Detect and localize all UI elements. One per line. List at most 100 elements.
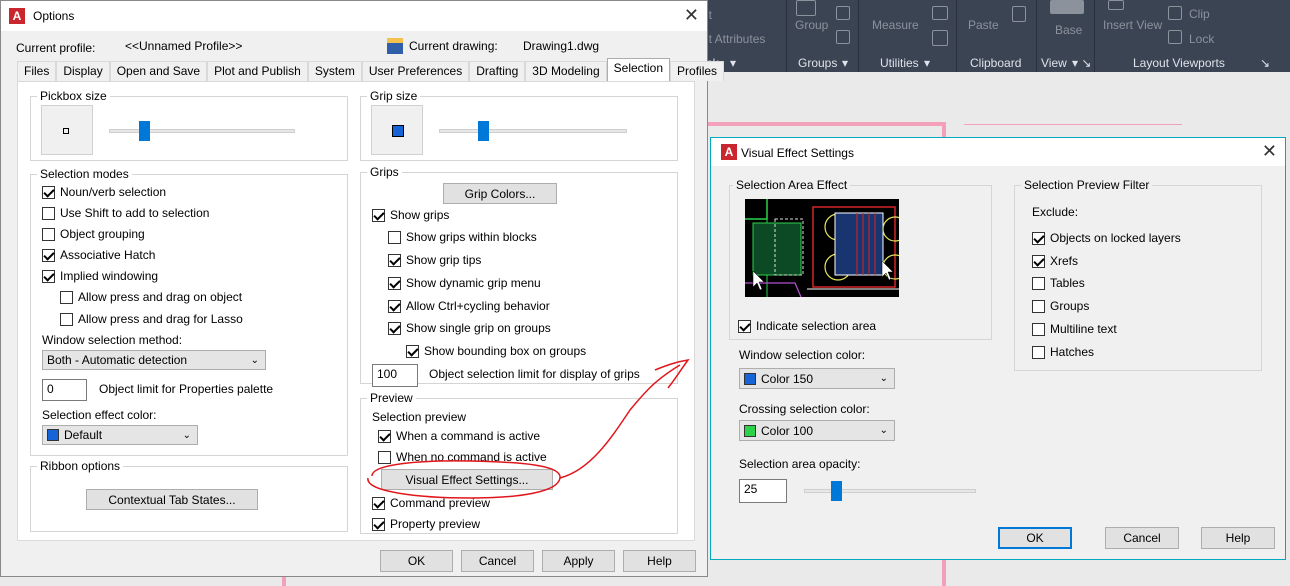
tab-system[interactable]: System — [307, 61, 362, 81]
checkbox[interactable] — [42, 248, 55, 262]
command-active-checkbox[interactable]: When a command is active — [378, 429, 540, 443]
chevron-down-icon[interactable]: ▾ ↘ — [1072, 56, 1091, 70]
effect-color-select[interactable]: Default ⌄ — [42, 425, 198, 445]
checkbox[interactable] — [388, 276, 401, 290]
single-grip-groups-checkbox[interactable]: Show single grip on groups — [388, 321, 551, 335]
ribbon-item-paste[interactable]: Paste — [968, 18, 999, 32]
tab-display[interactable]: Display — [56, 61, 110, 81]
object-limit-input[interactable]: 0 — [42, 379, 87, 401]
grip-tips-checkbox[interactable]: Show grip tips — [388, 253, 481, 267]
implied-windowing-checkbox[interactable]: Implied windowing — [42, 269, 158, 283]
checkbox[interactable] — [388, 321, 401, 335]
checkbox[interactable] — [378, 429, 391, 443]
help-button[interactable]: Help — [623, 550, 696, 572]
ok-button[interactable]: OK — [380, 550, 453, 572]
visual-effect-settings-button[interactable]: Visual Effect Settings... — [381, 469, 553, 490]
ribbon-item-insert-view[interactable]: Insert View — [1103, 18, 1162, 32]
ribbon-item-measure[interactable]: Measure — [872, 18, 919, 32]
locked-layers-checkbox[interactable]: Objects on locked layers — [1032, 231, 1181, 245]
visual-cancel-button[interactable]: Cancel — [1105, 527, 1179, 549]
window-color-select[interactable]: Color 150 ⌄ — [739, 368, 895, 389]
checkbox[interactable] — [60, 312, 73, 326]
pickbox-slider-track[interactable] — [109, 129, 295, 133]
press-drag-lasso-checkbox[interactable]: Allow press and drag for Lasso — [60, 312, 243, 326]
chevron-down-icon[interactable]: ▾ — [730, 56, 736, 70]
command-preview-checkbox[interactable]: Command preview — [372, 496, 490, 510]
checkbox[interactable] — [1032, 345, 1045, 359]
ribbon-panel-layout-viewports[interactable]: Layout Viewports — [1133, 56, 1225, 70]
checkbox[interactable] — [388, 299, 401, 313]
opacity-slider-thumb[interactable] — [830, 481, 842, 501]
groups-checkbox[interactable]: Groups — [1032, 299, 1089, 313]
tables-checkbox[interactable]: Tables — [1032, 276, 1085, 290]
checkbox[interactable] — [1032, 276, 1045, 290]
opacity-input[interactable]: 25 — [739, 479, 787, 503]
opacity-slider-track[interactable] — [804, 489, 976, 493]
associative-hatch-checkbox[interactable]: Associative Hatch — [42, 248, 155, 262]
show-grips-checkbox[interactable]: Show grips — [372, 208, 449, 222]
ribbon-item-base[interactable]: Base — [1055, 23, 1082, 37]
checkbox[interactable] — [42, 185, 55, 199]
grip-slider-thumb[interactable] — [477, 121, 489, 141]
grip-limit-input[interactable]: 100 — [372, 364, 418, 387]
checkbox[interactable] — [1032, 254, 1045, 268]
grip-slider-track[interactable] — [439, 129, 627, 133]
chevron-down-icon[interactable]: ▾ — [924, 56, 930, 70]
tab-selection[interactable]: Selection — [606, 58, 671, 81]
contextual-tab-states-button[interactable]: Contextual Tab States... — [86, 489, 258, 510]
checkbox[interactable] — [388, 230, 401, 244]
noun-verb-checkbox[interactable]: Noun/verb selection — [42, 185, 166, 199]
dynamic-grip-menu-checkbox[interactable]: Show dynamic grip menu — [388, 276, 541, 290]
checkbox[interactable] — [372, 208, 385, 222]
checkbox[interactable] — [42, 206, 55, 220]
insert-view-icon[interactable] — [1108, 0, 1124, 10]
grip-colors-button[interactable]: Grip Colors... — [443, 183, 557, 204]
shift-add-checkbox[interactable]: Use Shift to add to selection — [42, 206, 209, 220]
ribbon-panel-clipboard[interactable]: Clipboard — [970, 56, 1021, 70]
tab-drafting[interactable]: Drafting — [469, 61, 526, 81]
checkbox[interactable] — [1032, 299, 1045, 313]
checkbox[interactable] — [738, 319, 751, 333]
chevron-down-icon[interactable]: ▾ — [842, 56, 848, 70]
ctrl-cycling-checkbox[interactable]: Allow Ctrl+cycling behavior — [388, 299, 550, 313]
apply-button[interactable]: Apply — [542, 550, 615, 572]
indicate-selection-area-checkbox[interactable]: Indicate selection area — [738, 319, 876, 333]
checkbox[interactable] — [372, 517, 385, 531]
ribbon-item-clip[interactable]: Clip — [1189, 7, 1210, 21]
tab-files[interactable]: Files — [17, 61, 57, 81]
checkbox[interactable] — [60, 290, 73, 304]
group-icon[interactable] — [796, 0, 816, 16]
crossing-color-select[interactable]: Color 100 ⌄ — [739, 420, 895, 441]
xrefs-checkbox[interactable]: Xrefs — [1032, 254, 1078, 268]
hatches-checkbox[interactable]: Hatches — [1032, 345, 1094, 359]
copy-clip-icon[interactable] — [1012, 6, 1026, 22]
edit-group-icon[interactable] — [836, 6, 850, 20]
pickbox-slider-thumb[interactable] — [138, 121, 150, 141]
checkbox[interactable] — [42, 269, 55, 283]
checkbox[interactable] — [378, 450, 391, 464]
quick-select-icon[interactable] — [932, 6, 948, 20]
close-icon[interactable]: ✕ — [1262, 141, 1277, 162]
checkbox[interactable] — [372, 496, 385, 510]
ribbon-panel-groups[interactable]: Groups — [798, 56, 837, 70]
window-method-select[interactable]: Both - Automatic detection ⌄ — [42, 350, 266, 370]
cancel-button[interactable]: Cancel — [461, 550, 534, 572]
base-view-icon[interactable] — [1050, 0, 1084, 14]
ribbon-panel-utilities[interactable]: Utilities — [880, 56, 919, 70]
bounding-box-groups-checkbox[interactable]: Show bounding box on groups — [406, 344, 586, 358]
visual-effect-titlebar[interactable]: A Visual Effect Settings ✕ — [711, 138, 1285, 166]
options-titlebar[interactable]: A Options ✕ — [1, 1, 707, 31]
ribbon-item-lock[interactable]: Lock — [1189, 32, 1214, 46]
visual-ok-button[interactable]: OK — [998, 527, 1072, 549]
visual-help-button[interactable]: Help — [1201, 527, 1275, 549]
grips-within-blocks-checkbox[interactable]: Show grips within blocks — [388, 230, 537, 244]
ribbon-item-group[interactable]: Group — [795, 18, 828, 32]
close-icon[interactable]: ✕ — [684, 5, 699, 26]
no-command-checkbox[interactable]: When no command is active — [378, 450, 547, 464]
object-grouping-checkbox[interactable]: Object grouping — [42, 227, 145, 241]
tab-profiles[interactable]: Profiles — [670, 61, 725, 81]
tab-3d-modeling[interactable]: 3D Modeling — [525, 61, 607, 81]
press-drag-object-checkbox[interactable]: Allow press and drag on object — [60, 290, 242, 304]
property-preview-checkbox[interactable]: Property preview — [372, 517, 480, 531]
checkbox[interactable] — [1032, 231, 1045, 245]
